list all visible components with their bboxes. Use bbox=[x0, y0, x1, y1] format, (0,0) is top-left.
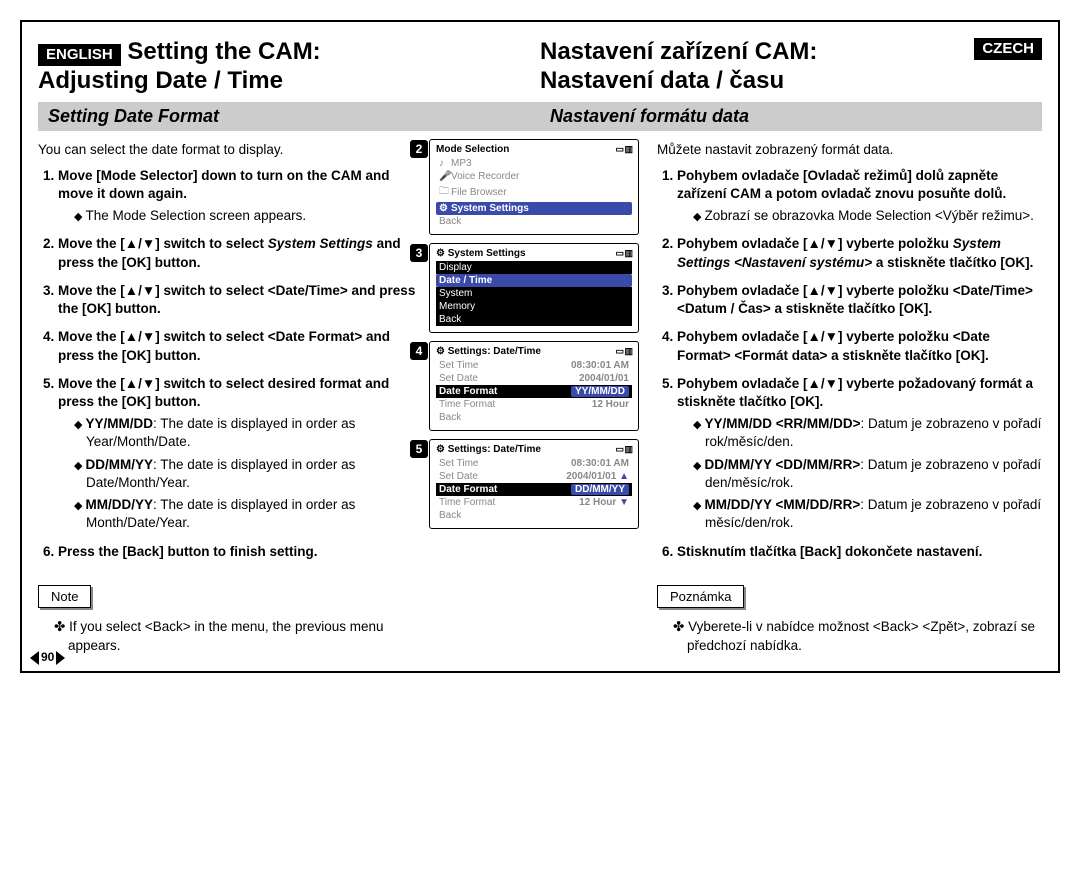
note-label-en: Note bbox=[38, 585, 91, 609]
title-cz-2: Nastavení data / času bbox=[540, 67, 784, 94]
title-en-2: Adjusting Date / Time bbox=[38, 67, 283, 94]
gear-icon: ⚙ bbox=[439, 203, 447, 214]
note-en: If you select <Back> in the menu, the pr… bbox=[54, 618, 423, 654]
intro-cz: Můžete nastavit zobrazený formát data. bbox=[657, 141, 1042, 159]
screen-5: 5 ⚙ Settings: Date/Time▭ ▥ Set Time08:30… bbox=[429, 439, 639, 529]
mic-icon: 🎤 bbox=[439, 171, 447, 182]
col-english: You can select the date format to displa… bbox=[38, 139, 423, 655]
lang-en: ENGLISH bbox=[38, 44, 121, 66]
battery-icon: ▭ ▥ bbox=[615, 444, 632, 455]
up-arrow-icon: ▲ bbox=[619, 471, 629, 482]
screen-3: 3 ⚙ System Settings▭ ▥ Display Date / Ti… bbox=[429, 243, 639, 333]
note-label-cz: Poznámka bbox=[657, 585, 744, 609]
subhead-cz: Nastavení formátu data bbox=[540, 102, 1042, 131]
lang-cz: CZECH bbox=[974, 38, 1042, 60]
screen-2: 2 Mode Selection▭ ▥ ♪MP3 🎤Voice Recorder… bbox=[429, 139, 639, 235]
steps-en: Move [Mode Selector] down to turn on the… bbox=[38, 167, 423, 561]
screen-4: 4 ⚙ Settings: Date/Time▭ ▥ Set Time08:30… bbox=[429, 341, 639, 431]
note-cz: Vyberete-li v nabídce možnost <Back> <Zp… bbox=[673, 618, 1042, 654]
title-en-1: Setting the CAM: bbox=[127, 38, 320, 65]
folder-icon: 🗀 bbox=[439, 184, 447, 201]
manual-page: ENGLISH Setting the CAM:Adjusting Date /… bbox=[20, 20, 1060, 673]
title-cz-1: Nastavení zařízení CAM: bbox=[540, 38, 817, 65]
battery-icon: ▭ ▥ bbox=[615, 346, 632, 357]
intro-en: You can select the date format to displa… bbox=[38, 141, 423, 159]
music-icon: ♪ bbox=[439, 158, 447, 169]
col-czech: Můžete nastavit zobrazený formát data. P… bbox=[645, 139, 1042, 655]
screens-column: 2 Mode Selection▭ ▥ ♪MP3 🎤Voice Recorder… bbox=[423, 139, 645, 655]
battery-icon: ▭ ▥ bbox=[615, 248, 632, 259]
down-arrow-icon: ▼ bbox=[619, 497, 629, 508]
subhead-en: Setting Date Format bbox=[38, 102, 540, 131]
steps-cz: Pohybem ovladače [Ovladač režimů] dolů z… bbox=[657, 167, 1042, 561]
battery-icon: ▭ ▥ bbox=[615, 144, 632, 155]
page-number: 90 bbox=[30, 650, 65, 665]
